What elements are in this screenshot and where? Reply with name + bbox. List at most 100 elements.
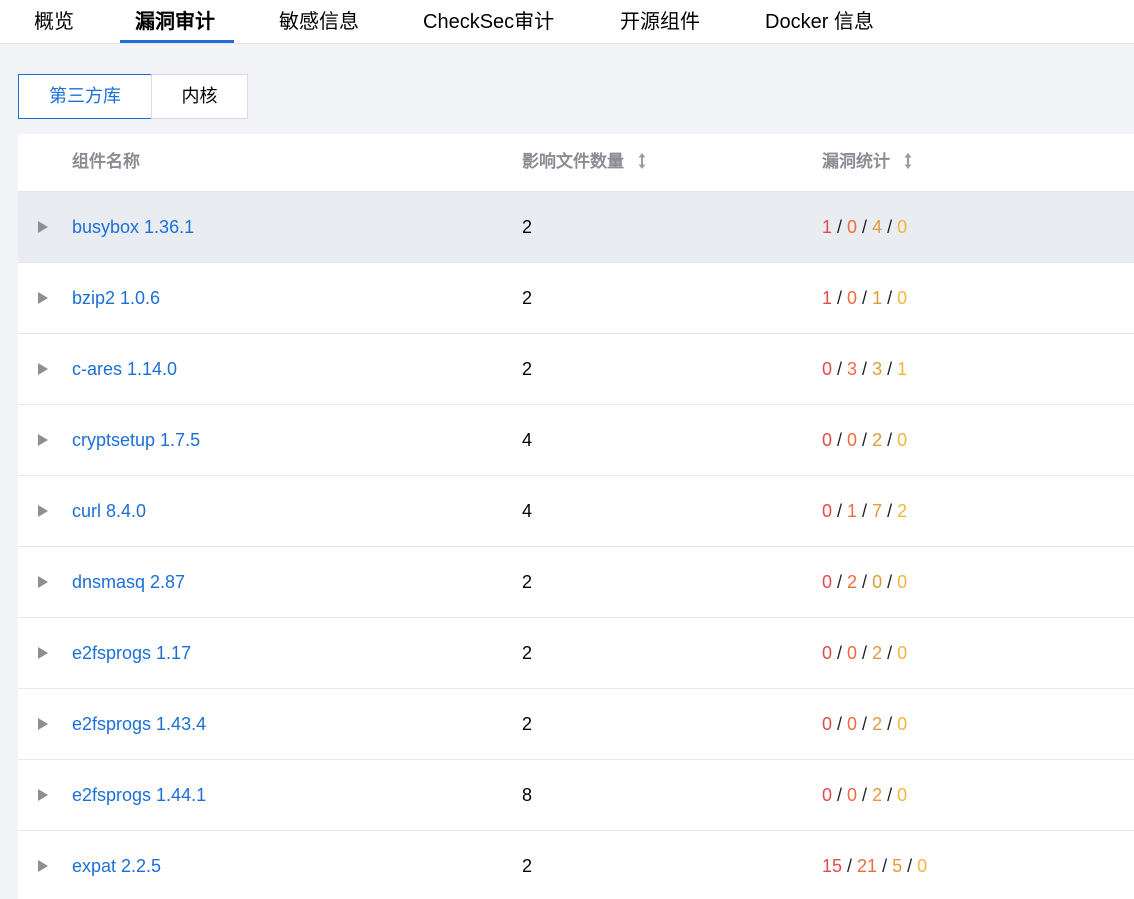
high-count: 0 — [847, 643, 858, 663]
critical-count: 0 — [822, 785, 833, 805]
top-tab-bar: 概览 漏洞审计 敏感信息 CheckSec审计 开源组件 Docker 信息 — [0, 0, 1134, 44]
low-count: 0 — [897, 572, 908, 592]
low-count: 1 — [897, 359, 908, 379]
library-type-switch: 第三方库 内核 — [18, 74, 248, 119]
vulnerability-stats: 0/0/2/0 — [822, 785, 908, 805]
affected-file-count: 4 — [522, 501, 533, 521]
medium-count: 5 — [892, 856, 903, 876]
table-row[interactable]: bzip2 1.0.6 2 1/0/1/0 — [18, 263, 1134, 334]
vulnerability-stats: 0/1/7/2 — [822, 501, 908, 521]
low-count: 0 — [917, 856, 928, 876]
high-count: 2 — [847, 572, 858, 592]
table-row[interactable]: busybox 1.36.1 2 1/0/4/0 — [18, 192, 1134, 263]
expand-caret-icon[interactable] — [38, 221, 48, 233]
affected-file-count: 2 — [522, 217, 533, 237]
expand-caret-icon[interactable] — [38, 789, 48, 801]
critical-count: 15 — [822, 856, 843, 876]
medium-count: 2 — [872, 643, 883, 663]
critical-count: 0 — [822, 572, 833, 592]
critical-count: 0 — [822, 430, 833, 450]
table-row[interactable]: expat 2.2.5 2 15/21/5/0 — [18, 831, 1134, 899]
medium-count: 2 — [872, 785, 883, 805]
expand-caret-icon[interactable] — [38, 363, 48, 375]
vulnerability-stats: 0/0/2/0 — [822, 643, 908, 663]
table-row[interactable]: c-ares 1.14.0 2 0/3/3/1 — [18, 334, 1134, 405]
affected-file-count: 8 — [522, 785, 533, 805]
component-name-link[interactable]: c-ares 1.14.0 — [72, 334, 177, 404]
high-count: 0 — [847, 217, 858, 237]
low-count: 0 — [897, 430, 908, 450]
component-name-link[interactable]: cryptsetup 1.7.5 — [72, 405, 200, 475]
medium-count: 1 — [872, 288, 883, 308]
low-count: 0 — [897, 785, 908, 805]
table-row[interactable]: e2fsprogs 1.44.1 8 0/0/2/0 — [18, 760, 1134, 831]
component-name-link[interactable]: bzip2 1.0.6 — [72, 263, 160, 333]
sort-icon[interactable] — [903, 152, 913, 170]
expand-caret-icon[interactable] — [38, 647, 48, 659]
low-count: 0 — [897, 643, 908, 663]
expand-caret-icon[interactable] — [38, 860, 48, 872]
kernel-button[interactable]: 内核 — [151, 74, 248, 119]
column-header-label: 漏洞统计 — [822, 152, 890, 171]
critical-count: 0 — [822, 359, 833, 379]
component-name-link[interactable]: dnsmasq 2.87 — [72, 547, 185, 617]
vulnerability-stats: 0/0/2/0 — [822, 714, 908, 734]
component-name-link[interactable]: busybox 1.36.1 — [72, 192, 194, 262]
low-count: 0 — [897, 217, 908, 237]
medium-count: 3 — [872, 359, 883, 379]
component-name-link[interactable]: curl 8.4.0 — [72, 476, 146, 546]
affected-file-count: 2 — [522, 572, 533, 592]
active-tab-indicator — [120, 40, 234, 43]
component-name-link[interactable]: e2fsprogs 1.43.4 — [72, 689, 206, 759]
affected-file-count: 2 — [522, 856, 533, 876]
expand-caret-icon[interactable] — [38, 718, 48, 730]
vulnerability-stats: 15/21/5/0 — [822, 856, 928, 876]
high-count: 0 — [847, 714, 858, 734]
component-table: 组件名称 影响文件数量 漏洞统计 busybox 1.36.1 2 1/0/4/… — [18, 134, 1134, 899]
tab-open-source-components[interactable]: 开源组件 — [620, 0, 700, 44]
low-count: 0 — [897, 714, 908, 734]
expand-caret-icon[interactable] — [38, 576, 48, 588]
affected-file-count: 4 — [522, 430, 533, 450]
column-header-vulnerability-stats[interactable]: 漏洞统计 — [822, 134, 913, 192]
tab-overview[interactable]: 概览 — [34, 0, 74, 44]
third-party-library-button[interactable]: 第三方库 — [18, 74, 152, 119]
tab-docker-info[interactable]: Docker 信息 — [765, 0, 874, 44]
high-count: 0 — [847, 785, 858, 805]
vulnerability-stats: 0/0/2/0 — [822, 430, 908, 450]
tab-checksec-audit[interactable]: CheckSec审计 — [423, 0, 554, 44]
table-row[interactable]: e2fsprogs 1.17 2 0/0/2/0 — [18, 618, 1134, 689]
low-count: 0 — [897, 288, 908, 308]
column-header-label: 影响文件数量 — [522, 152, 624, 171]
column-header-component-name: 组件名称 — [72, 134, 140, 192]
component-name-link[interactable]: e2fsprogs 1.17 — [72, 618, 191, 688]
affected-file-count: 2 — [522, 714, 533, 734]
table-row[interactable]: dnsmasq 2.87 2 0/2/0/0 — [18, 547, 1134, 618]
table-header: 组件名称 影响文件数量 漏洞统计 — [18, 134, 1134, 192]
vulnerability-stats: 1/0/1/0 — [822, 288, 908, 308]
critical-count: 1 — [822, 288, 833, 308]
column-header-affected-files[interactable]: 影响文件数量 — [522, 134, 647, 192]
tab-vulnerability-audit[interactable]: 漏洞审计 — [135, 0, 215, 44]
component-name-link[interactable]: e2fsprogs 1.44.1 — [72, 760, 206, 830]
sort-icon[interactable] — [637, 152, 647, 170]
table-row[interactable]: e2fsprogs 1.43.4 2 0/0/2/0 — [18, 689, 1134, 760]
medium-count: 4 — [872, 217, 883, 237]
high-count: 0 — [847, 430, 858, 450]
expand-caret-icon[interactable] — [38, 292, 48, 304]
critical-count: 0 — [822, 643, 833, 663]
expand-caret-icon[interactable] — [38, 434, 48, 446]
tab-sensitive-info[interactable]: 敏感信息 — [279, 0, 359, 44]
expand-caret-icon[interactable] — [38, 505, 48, 517]
critical-count: 0 — [822, 501, 833, 521]
medium-count: 2 — [872, 430, 883, 450]
component-name-link[interactable]: expat 2.2.5 — [72, 831, 161, 899]
high-count: 0 — [847, 288, 858, 308]
critical-count: 0 — [822, 714, 833, 734]
table-row[interactable]: curl 8.4.0 4 0/1/7/2 — [18, 476, 1134, 547]
column-header-label: 组件名称 — [72, 152, 140, 171]
high-count: 3 — [847, 359, 858, 379]
medium-count: 0 — [872, 572, 883, 592]
table-row[interactable]: cryptsetup 1.7.5 4 0/0/2/0 — [18, 405, 1134, 476]
vulnerability-stats: 1/0/4/0 — [822, 217, 908, 237]
